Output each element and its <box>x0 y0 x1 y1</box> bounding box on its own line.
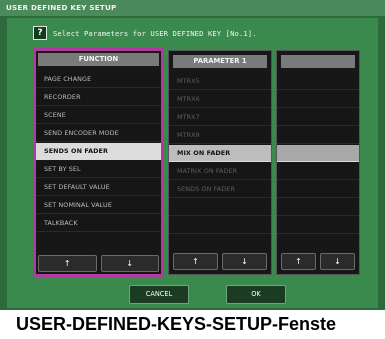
window-title: USER DEFINED KEY SETUP <box>0 0 385 16</box>
parameter1-rows: MTRX5 MTRX6 MTRX7 MTRX8 MIX ON FADER MATRIX O… <box>169 73 271 235</box>
function-list-item[interactable]: PAGE CHANGE <box>36 71 161 88</box>
function-list-item[interactable]: SET BY SEL <box>36 161 161 178</box>
parameter2-header <box>281 55 355 68</box>
parameter1-scroll-buttons: ↑ ↓ <box>173 253 267 270</box>
function-list-item[interactable]: SET NOMINAL VALUE <box>36 197 161 214</box>
parameter2-list-item[interactable] <box>277 127 359 144</box>
parameter2-list-item[interactable] <box>277 73 359 90</box>
parameter2-scroll-down-button[interactable]: ↓ <box>320 253 355 270</box>
user-defined-key-setup-window: USER DEFINED KEY SETUP ? Select Paramete… <box>0 0 385 310</box>
function-scroll-up-button[interactable]: ↑ <box>38 255 97 272</box>
parameter1-list-item[interactable]: MATRIX ON FADER <box>169 163 271 180</box>
cancel-button[interactable]: CANCEL <box>129 285 189 304</box>
parameter2-rows <box>277 73 359 235</box>
parameter1-list-item[interactable]: MTRX8 <box>169 127 271 144</box>
parameter1-list-item[interactable]: MTRX5 <box>169 73 271 90</box>
function-list-item[interactable]: SET DEFAULT VALUE <box>36 179 161 196</box>
parameter1-header: PARAMETER 1 <box>173 55 267 68</box>
function-header: FUNCTION <box>38 53 159 66</box>
parameter2-list-item[interactable] <box>277 181 359 198</box>
parameter2-scroll-buttons: ↑ ↓ <box>281 253 355 270</box>
parameter2-list-item[interactable] <box>277 163 359 180</box>
parameter2-list-item[interactable] <box>277 91 359 108</box>
function-scroll-down-button[interactable]: ↓ <box>100 255 159 272</box>
parameter2-list-item[interactable] <box>277 199 359 216</box>
instruction-line: ? Select Parameters for USER DEFINED KEY… <box>33 26 257 40</box>
ok-button[interactable]: OK <box>226 285 286 304</box>
function-list: FUNCTION PAGE CHANGE RECORDER SCENE SEND EN… <box>33 48 164 277</box>
parameter1-list-item[interactable] <box>169 217 271 234</box>
parameter1-list-item[interactable]: MIX ON FADER <box>169 145 271 162</box>
parameter2-scroll-up-button[interactable]: ↑ <box>281 253 316 270</box>
parameter1-list-item[interactable]: MTRX7 <box>169 109 271 126</box>
parameter1-list-item[interactable]: MTRX6 <box>169 91 271 108</box>
function-list-item[interactable]: TALKBACK <box>36 215 161 232</box>
parameter1-list-item[interactable]: SENDS ON FADER <box>169 181 271 198</box>
parameter1-scroll-down-button[interactable]: ↓ <box>222 253 267 270</box>
parameter2-list-item[interactable] <box>277 217 359 234</box>
function-rows: PAGE CHANGE RECORDER SCENE SEND ENCODER MOD… <box>36 71 161 233</box>
caption: USER-DEFINED-KEYS-SETUP-Fenste <box>16 314 337 334</box>
parameter2-list-item[interactable] <box>277 109 359 126</box>
help-icon[interactable]: ? <box>33 26 47 40</box>
function-list-item[interactable]: SCENE <box>36 107 161 124</box>
parameter2-list-item[interactable] <box>277 145 359 162</box>
function-list-item[interactable]: SENDS ON FADER <box>36 143 161 160</box>
instruction-text: Select Parameters for USER DEFINED KEY [… <box>53 28 257 38</box>
parameter1-list: PARAMETER 1 MTRX5 MTRX6 MTRX7 MTRX8 MIX ON F… <box>168 50 272 275</box>
function-list-item[interactable]: RECORDER <box>36 89 161 106</box>
function-scroll-buttons: ↑ ↓ <box>38 255 159 272</box>
parameter1-scroll-up-button[interactable]: ↑ <box>173 253 218 270</box>
function-list-item[interactable]: SEND ENCODER MODE <box>36 125 161 142</box>
parameter1-list-item[interactable] <box>169 199 271 216</box>
parameter2-list: ↑ ↓ <box>276 50 360 275</box>
